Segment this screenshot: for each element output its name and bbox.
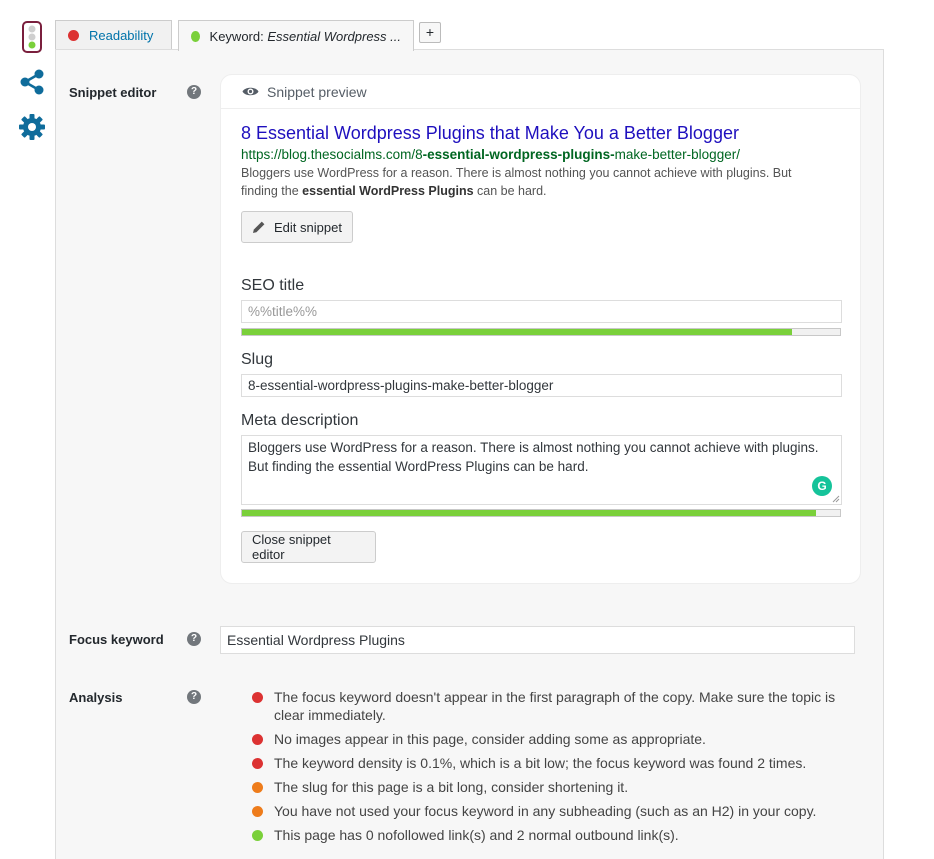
tab-keyword-prefix: Keyword: [209,28,268,44]
help-icon[interactable]: ? [187,632,201,646]
meta-description-progress [241,509,841,517]
url-prefix: https://blog.thesocialms.com/8 [241,147,423,162]
tab-keyword-value: Essential Wordpress ... [267,28,401,44]
meta-description-value: Bloggers use WordPress for a reason. The… [248,440,819,474]
snippet-preview-description: Bloggers use WordPress for a reason. The… [241,164,831,200]
seo-title-input[interactable]: %%title%% [241,300,842,323]
status-dot-green [191,30,200,42]
tab-keyword[interactable]: Keyword: Essential Wordpress ... [178,20,414,51]
snippet-preview-card: Snippet preview 8 Essential Wordpress Pl… [220,74,861,584]
status-bullet [252,830,263,841]
desc-keyword: essential WordPress Plugins [302,184,474,198]
resize-handle-icon[interactable] [832,495,840,503]
snippet-preview-title[interactable]: 8 Essential Wordpress Plugins that Make … [241,123,739,144]
url-suffix: make-better-blogger/ [614,147,740,162]
analysis-item: The slug for this page is a bit long, co… [252,778,864,796]
focus-keyword-label: Focus keyword [69,632,164,647]
seo-metabox-panel: Snippet editor ? Snippet preview 8 Essen… [55,49,884,859]
pencil-icon [253,221,265,233]
analysis-item: The focus keyword doesn't appear in the … [252,688,864,724]
status-bullet [252,758,263,769]
slug-input[interactable]: 8-essential-wordpress-plugins-make-bette… [241,374,842,397]
analysis-item: No images appear in this page, consider … [252,730,864,748]
help-icon[interactable]: ? [187,690,201,704]
analysis-item-text: You have not used your focus keyword in … [274,803,817,819]
seo-title-label: SEO title [241,277,305,294]
add-keyword-tab-button[interactable]: + [419,22,441,43]
close-snippet-editor-button[interactable]: Close snippet editor [241,531,376,563]
edit-snippet-button[interactable]: Edit snippet [241,211,353,243]
tab-readability-label: Readability [89,28,154,43]
eye-icon [242,84,259,100]
share-icon[interactable] [18,68,46,101]
analysis-item-text: No images appear in this page, consider … [274,731,706,747]
status-dot-red [68,30,79,41]
analysis-item-text: The slug for this page is a bit long, co… [274,779,629,795]
snippet-preview-heading: Snippet preview [267,83,367,100]
snippet-preview-url: https://blog.thesocialms.com/8-essential… [241,147,740,162]
snippet-editor-label: Snippet editor [69,85,157,100]
traffic-light-icon[interactable] [22,21,42,58]
meta-description-textarea[interactable]: Bloggers use WordPress for a reason. The… [241,435,842,505]
analysis-item: You have not used your focus keyword in … [252,802,864,820]
slug-label: Slug [241,351,274,368]
gear-icon[interactable] [18,113,46,146]
analysis-label: Analysis [69,690,123,705]
status-bullet [252,734,263,745]
analysis-item: The keyword density is 0.1%, which is a … [252,754,864,772]
status-bullet [252,806,263,817]
help-icon[interactable]: ? [187,85,201,99]
meta-description-progress-fill [242,510,817,516]
grammarly-icon[interactable]: G [812,476,832,496]
status-bullet [252,692,263,703]
status-bullet [252,782,263,793]
seo-title-progress-fill [242,329,793,335]
edit-snippet-label: Edit snippet [274,219,342,235]
analysis-item-text: The focus keyword doesn't appear in the … [274,689,836,723]
analysis-item: This page has 0 nofollowed link(s) and 2… [252,826,864,844]
url-keyword: -essential-wordpress-plugins- [422,147,615,162]
analysis-results-list: The focus keyword doesn't appear in the … [252,688,864,850]
desc-part-2: can be hard. [473,184,547,198]
seo-title-progress [241,328,841,336]
tab-readability[interactable]: Readability [55,20,172,50]
focus-keyword-input[interactable]: Essential Wordpress Plugins [220,626,855,654]
meta-description-label: Meta description [241,412,359,429]
snippet-preview-header: Snippet preview [221,75,860,109]
analysis-item-text: The keyword density is 0.1%, which is a … [274,755,807,771]
analysis-item-text: This page has 0 nofollowed link(s) and 2… [274,827,679,843]
